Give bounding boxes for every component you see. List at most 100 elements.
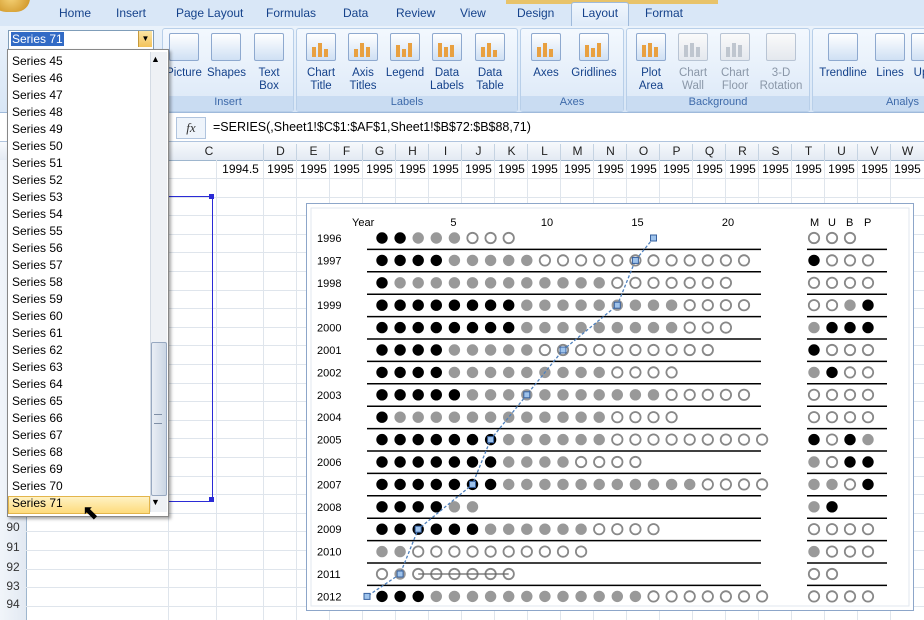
tab-page-layout[interactable]: Page Layout (176, 6, 243, 20)
series-list-item[interactable]: Series 59 (12, 291, 63, 308)
series-list-item[interactable]: Series 65 (12, 393, 63, 410)
column-header-q[interactable]: Q (692, 144, 726, 160)
row-number[interactable]: 91 (0, 540, 26, 554)
tab-insert[interactable]: Insert (116, 6, 146, 20)
series-list-item[interactable]: Series 68 (12, 444, 63, 461)
range-handle[interactable] (209, 497, 214, 502)
legend-button[interactable]: Legend (385, 33, 425, 80)
3d-rotation-button[interactable]: 3-D Rotation (757, 33, 805, 93)
series-list-item[interactable]: Series 70 (12, 478, 63, 495)
cell[interactable]: 1995 (296, 160, 330, 178)
cell[interactable]: 1995 (395, 160, 429, 178)
cell[interactable]: 1995 (692, 160, 726, 178)
chart-wall-button[interactable]: Chart Wall (673, 33, 713, 93)
cell[interactable]: 1995 (494, 160, 528, 178)
column-header-u[interactable]: U (824, 144, 858, 160)
row-number[interactable]: 90 (0, 520, 26, 534)
chart-object[interactable]: Year 5 10 15 20 M U B P 1996 1997 1998 1999 2000 2001 2… (306, 203, 914, 611)
series-list-item[interactable]: Series 60 (12, 308, 63, 325)
column-header-w[interactable]: W (890, 144, 924, 160)
cell[interactable]: 1995 (659, 160, 693, 178)
column-header-l[interactable]: L (527, 144, 561, 160)
tab-formulas[interactable]: Formulas (266, 6, 316, 20)
column-header-h[interactable]: H (395, 144, 429, 160)
insert-function-button[interactable]: fx (176, 117, 206, 139)
cell[interactable]: 1995 (263, 160, 297, 178)
column-header-e[interactable]: E (296, 144, 330, 160)
chevron-down-icon[interactable]: ▼ (138, 31, 152, 47)
trendline-button[interactable]: Trendline (817, 33, 869, 80)
data-labels-button[interactable]: Data Labels (427, 33, 467, 93)
cell[interactable]: 1995 (791, 160, 825, 178)
cell[interactable]: 1995 (428, 160, 462, 178)
cell[interactable]: 1995 (593, 160, 627, 178)
row-number[interactable]: 94 (0, 597, 26, 611)
column-header-i[interactable]: I (428, 144, 462, 160)
column-header-j[interactable]: J (461, 144, 495, 160)
column-header-f[interactable]: F (329, 144, 363, 160)
column-header-r[interactable]: R (725, 144, 759, 160)
cell[interactable]: 1995 (362, 160, 396, 178)
series-list-item[interactable]: Series 54 (12, 206, 63, 223)
plot-area-button[interactable]: Plot Area (631, 33, 671, 93)
scroll-up-icon[interactable]: ▲ (151, 54, 160, 64)
tab-layout[interactable]: Layout (571, 2, 630, 28)
series-list-item[interactable]: Series 56 (12, 240, 63, 257)
column-header-s[interactable]: S (758, 144, 792, 160)
series-list-item[interactable]: Series 66 (12, 410, 63, 427)
series-list-item[interactable]: Series 52 (12, 172, 63, 189)
cell[interactable]: 1994.5 (216, 160, 264, 178)
column-header-d[interactable]: D (263, 144, 297, 160)
series-list-item[interactable]: Series 58 (12, 274, 63, 291)
series-list-item[interactable]: Series 55 (12, 223, 63, 240)
axis-titles-button[interactable]: Axis Titles (343, 33, 383, 93)
shapes-button[interactable]: Shapes (207, 33, 246, 80)
cell[interactable]: 1995 (758, 160, 792, 178)
series-list-item[interactable]: Series 71 (12, 495, 63, 512)
tab-home[interactable]: Home (59, 6, 91, 20)
series-list-item[interactable]: Series 45 (12, 53, 63, 70)
series-list-item[interactable]: Series 48 (12, 104, 63, 121)
series-list-item[interactable]: Series 62 (12, 342, 63, 359)
cell[interactable]: 1995 (824, 160, 858, 178)
picture-button[interactable]: Picture (165, 33, 203, 80)
scroll-down-icon[interactable]: ▼ (151, 497, 160, 507)
column-header-m[interactable]: M (560, 144, 594, 160)
tab-view[interactable]: View (460, 6, 486, 20)
chart-floor-button[interactable]: Chart Floor (715, 33, 755, 93)
cell[interactable]: 1995 (461, 160, 495, 178)
cell[interactable]: 1995 (626, 160, 660, 178)
series-list-item[interactable]: Series 61 (12, 325, 63, 342)
formula-text[interactable]: =SERIES(,Sheet1!$C$1:$AF$1,Sheet1!$B$72:… (213, 120, 531, 134)
cell[interactable]: 1995 (890, 160, 924, 178)
column-header-g[interactable]: G (362, 144, 396, 160)
cell[interactable]: 1995 (527, 160, 561, 178)
tab-review[interactable]: Review (396, 6, 435, 20)
row-number[interactable]: 92 (0, 560, 26, 574)
tab-design[interactable]: Design (517, 6, 554, 20)
column-header-c[interactable]: C (168, 144, 249, 160)
cell[interactable]: 1995 (560, 160, 594, 178)
tab-data[interactable]: Data (343, 6, 368, 20)
cell[interactable]: 1995 (725, 160, 759, 178)
cell[interactable]: 1995 (857, 160, 891, 178)
series-list-item[interactable]: Series 67 (12, 427, 63, 444)
series-list-item[interactable]: Series 50 (12, 138, 63, 155)
text-box-button[interactable]: Text Box (251, 33, 287, 93)
column-header-o[interactable]: O (626, 144, 660, 160)
row-number[interactable]: 93 (0, 579, 26, 593)
series-list-item[interactable]: Series 64 (12, 376, 63, 393)
column-header-v[interactable]: V (857, 144, 891, 160)
chart-title-button[interactable]: Chart Title (301, 33, 341, 93)
series-list-item[interactable]: Series 53 (12, 189, 63, 206)
gridlines-button[interactable]: Gridlines (569, 33, 619, 80)
column-header-n[interactable]: N (593, 144, 627, 160)
series-list-item[interactable]: Series 47 (12, 87, 63, 104)
cell[interactable]: 1995 (329, 160, 363, 178)
series-list-item[interactable]: Series 57 (12, 257, 63, 274)
series-list-item[interactable]: Series 69 (12, 461, 63, 478)
series-list-item[interactable]: Series 63 (12, 359, 63, 376)
range-handle[interactable] (209, 194, 214, 199)
lines-button[interactable]: Lines (873, 33, 907, 80)
column-header-p[interactable]: P (659, 144, 693, 160)
